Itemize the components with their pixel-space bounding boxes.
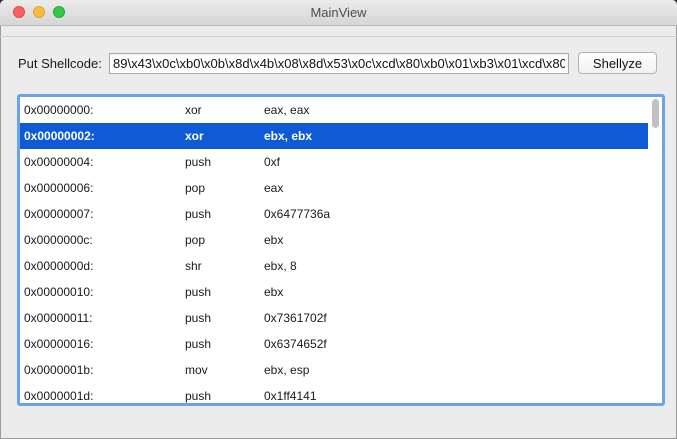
disassembly-rows: 0x00000000: xor eax, eax 0x00000002: xor ebx,… xyxy=(20,97,648,403)
operands-cell: ebx xyxy=(264,233,284,247)
table-row[interactable]: 0x00000016: push 0x6374652f xyxy=(20,331,648,357)
table-row[interactable]: 0x00000002: xor ebx, ebx xyxy=(20,123,648,149)
table-row[interactable]: 0x00000000: xor eax, eax xyxy=(20,97,648,123)
table-row[interactable]: 0x00000006: pop eax xyxy=(20,175,648,201)
operands-cell: ebx, 8 xyxy=(264,259,297,273)
operands-cell: ebx xyxy=(264,285,284,299)
mnemonic-cell: pop xyxy=(185,181,206,195)
mnemonic-cell: xor xyxy=(185,103,202,117)
address-cell: 0x00000016: xyxy=(24,337,94,351)
disassembly-list[interactable]: 0x00000000: xor eax, eax 0x00000002: xor ebx,… xyxy=(17,94,665,406)
vertical-scrollbar[interactable] xyxy=(648,97,662,403)
table-row[interactable]: 0x00000004: push 0xf xyxy=(20,149,648,175)
table-row[interactable]: 0x00000010: push ebx xyxy=(20,279,648,305)
table-row[interactable]: 0x0000000c: pop ebx xyxy=(20,227,648,253)
mnemonic-cell: xor xyxy=(185,129,204,143)
scrollbar-thumb[interactable] xyxy=(652,99,659,128)
address-cell: 0x00000000: xyxy=(24,103,94,117)
operands-cell: eax, eax xyxy=(264,103,310,117)
operands-cell: 0xf xyxy=(264,155,281,169)
toolbar-separator xyxy=(0,36,677,37)
table-row[interactable]: 0x0000001d: push 0x1ff4141 xyxy=(20,383,648,403)
shellcode-input[interactable] xyxy=(109,53,569,74)
address-cell: 0x00000002: xyxy=(24,129,95,143)
mnemonic-cell: push xyxy=(185,337,212,351)
mnemonic-cell: shr xyxy=(185,259,202,273)
mnemonic-cell: mov xyxy=(185,363,208,377)
operands-cell: ebx, esp xyxy=(264,363,310,377)
shellyze-button[interactable]: Shellyze xyxy=(578,52,657,74)
table-row[interactable]: 0x00000011: push 0x7361702f xyxy=(20,305,648,331)
mnemonic-cell: push xyxy=(185,389,212,403)
address-cell: 0x0000000c: xyxy=(24,233,93,247)
table-row[interactable]: 0x0000001b: mov ebx, esp xyxy=(20,357,648,383)
table-row[interactable]: 0x00000007: push 0x6477736a xyxy=(20,201,648,227)
mnemonic-cell: push xyxy=(185,311,212,325)
address-cell: 0x0000001d: xyxy=(24,389,94,403)
operands-cell: 0x6477736a xyxy=(264,207,331,221)
table-row[interactable]: 0x0000000d: shr ebx, 8 xyxy=(20,253,648,279)
address-cell: 0x0000001b: xyxy=(24,363,94,377)
operands-cell: 0x7361702f xyxy=(264,311,327,325)
mnemonic-cell: push xyxy=(185,285,212,299)
address-cell: 0x00000006: xyxy=(24,181,94,195)
address-cell: 0x0000000d: xyxy=(24,259,94,273)
operands-cell: 0x1ff4141 xyxy=(264,389,317,403)
mnemonic-cell: push xyxy=(185,155,212,169)
operands-cell: 0x6374652f xyxy=(264,337,327,351)
address-cell: 0x00000004: xyxy=(24,155,94,169)
title-bar[interactable]: MainView xyxy=(0,0,677,26)
mnemonic-cell: pop xyxy=(185,233,206,247)
address-cell: 0x00000007: xyxy=(24,207,94,221)
main-window: MainView Put Shellcode: Shellyze 0x00000… xyxy=(0,0,677,439)
mnemonic-cell: push xyxy=(185,207,212,221)
window-title: MainView xyxy=(310,5,367,20)
address-cell: 0x00000011: xyxy=(24,311,93,325)
operands-cell: eax xyxy=(264,181,284,195)
operands-cell: ebx, ebx xyxy=(264,129,313,143)
address-cell: 0x00000010: xyxy=(24,285,94,299)
shellcode-label: Put Shellcode: xyxy=(18,56,102,71)
